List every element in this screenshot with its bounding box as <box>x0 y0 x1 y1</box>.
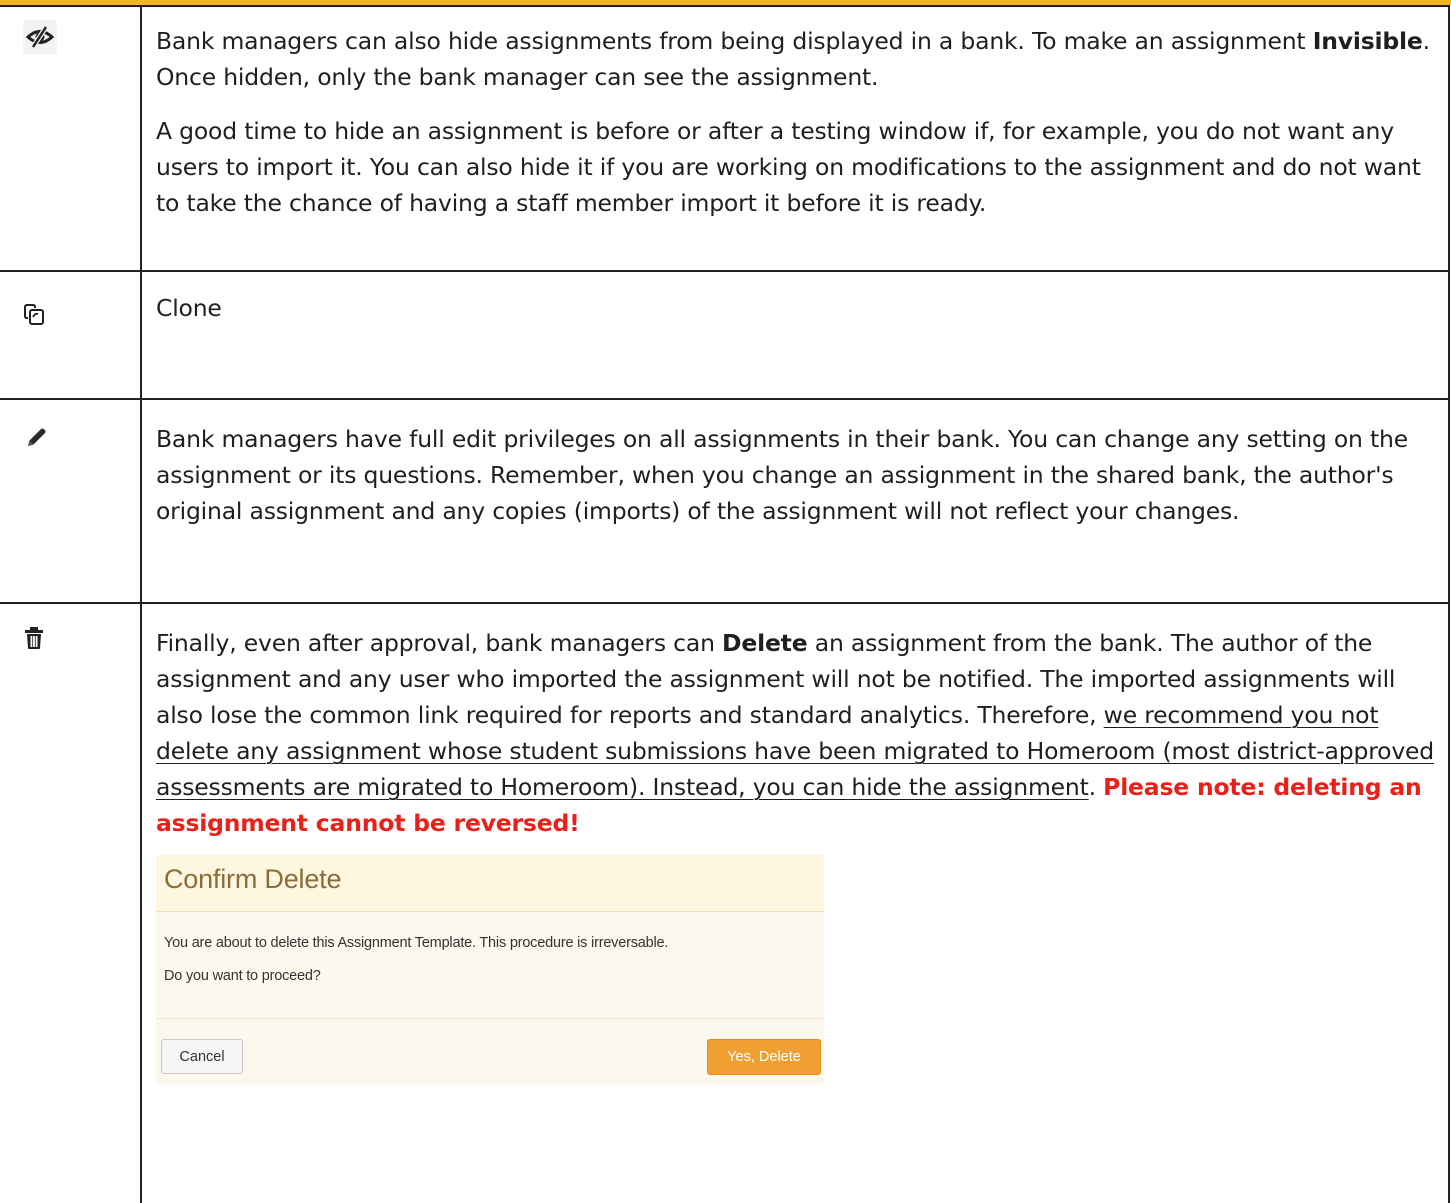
icon-cell <box>0 5 142 272</box>
dialog-body: You are about to delete this Assignment … <box>156 912 824 1018</box>
description-cell: Clone <box>140 270 1450 400</box>
description-cell: Bank managers have full edit privileges … <box>140 398 1450 604</box>
table-row-clone: Clone <box>0 270 1450 400</box>
clone-icon <box>24 304 44 325</box>
description-cell: Bank managers can also hide assignments … <box>140 5 1450 272</box>
dialog-question: Do you want to proceed? <box>164 968 321 984</box>
eye-slash-icon <box>25 25 55 49</box>
icon-cell <box>0 270 142 400</box>
bank-actions-table: Bank managers can also hide assignments … <box>0 5 1450 1203</box>
invisible-paragraph: Bank managers can also hide assignments … <box>156 27 1430 91</box>
icon-cell <box>0 602 142 1203</box>
dialog-footer: Cancel Yes, Delete <box>156 1018 824 1084</box>
edit-paragraph: Bank managers have full edit privileges … <box>156 425 1408 525</box>
table-row-edit: Bank managers have full edit privileges … <box>0 398 1450 604</box>
clone-label: Clone <box>156 294 222 322</box>
confirm-delete-dialog: Confirm Delete You are about to delete t… <box>156 855 824 1084</box>
cancel-button[interactable]: Cancel <box>161 1039 243 1074</box>
table-row-delete: Finally, even after approval, bank manag… <box>0 602 1450 1203</box>
hide-advice-paragraph: A good time to hide an assignment is bef… <box>156 117 1421 217</box>
yes-delete-button[interactable]: Yes, Delete <box>707 1039 821 1075</box>
delete-paragraph: Finally, even after approval, bank manag… <box>156 629 1434 837</box>
icon-cell <box>0 398 142 604</box>
pencil-icon <box>28 428 46 446</box>
trash-icon <box>25 627 43 649</box>
description-cell: Finally, even after approval, bank manag… <box>140 602 1450 1203</box>
dialog-message: You are about to delete this Assignment … <box>164 935 669 951</box>
dialog-header: Confirm Delete <box>156 855 824 912</box>
table-row-invisible: Bank managers can also hide assignments … <box>0 5 1450 272</box>
dialog-title: Confirm Delete <box>164 864 342 894</box>
